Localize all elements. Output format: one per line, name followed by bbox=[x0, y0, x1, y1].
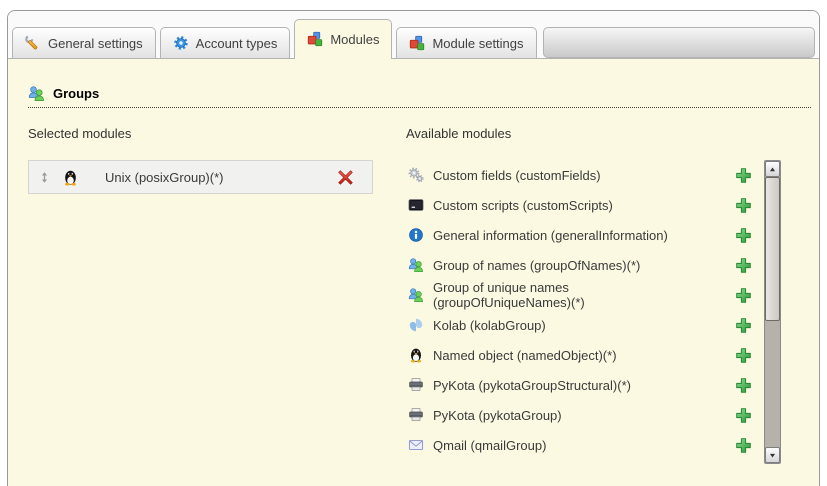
tux-icon bbox=[62, 169, 79, 186]
add-module-button[interactable] bbox=[735, 317, 752, 334]
add-module-button[interactable] bbox=[735, 347, 752, 364]
printer-icon bbox=[408, 377, 424, 393]
add-module-button[interactable] bbox=[735, 377, 752, 394]
add-module-button[interactable] bbox=[735, 227, 752, 244]
modules-columns: Selected modules Unix (posixGroup)(*) Av… bbox=[28, 126, 781, 464]
arrow-up-icon bbox=[768, 165, 777, 174]
drag-handle-icon[interactable] bbox=[38, 171, 51, 184]
tab-label: Module settings bbox=[432, 36, 523, 51]
module-label: Named object (namedObject)(*) bbox=[433, 348, 617, 363]
terminal-icon bbox=[408, 197, 424, 213]
gears-icon bbox=[408, 167, 424, 183]
tab-bar: General settings Account types Modules M… bbox=[8, 11, 819, 58]
available-module-custom-fields-customfields: Custom fields (customFields) bbox=[406, 160, 764, 190]
available-module-qmail-qmailgroup: Qmail (qmailGroup) bbox=[406, 430, 764, 460]
available-module-general-information-generalinformation: General information (generalInformation) bbox=[406, 220, 764, 250]
module-label: Group of names (groupOfNames)(*) bbox=[433, 258, 640, 273]
tab-label: Account types bbox=[196, 36, 278, 51]
module-label: PyKota (pykotaGroup) bbox=[433, 408, 562, 423]
groups-icon bbox=[28, 85, 45, 102]
available-module-custom-scripts-customscripts: Custom scripts (customScripts) bbox=[406, 190, 764, 220]
module-label: Custom scripts (customScripts) bbox=[433, 198, 613, 213]
available-modules-list: Custom fields (customFields) Custom scri… bbox=[406, 160, 764, 464]
available-module-pykota-pykotagroup: PyKota (pykotaGroup) bbox=[406, 400, 764, 430]
tux-icon bbox=[408, 347, 424, 363]
printer-icon bbox=[408, 407, 424, 423]
add-module-button[interactable] bbox=[735, 257, 752, 274]
add-module-button[interactable] bbox=[735, 407, 752, 424]
module-label: General information (generalInformation) bbox=[433, 228, 668, 243]
scrollbar[interactable] bbox=[764, 160, 781, 464]
tab-modules[interactable]: Modules bbox=[294, 19, 392, 59]
module-label: PyKota (pykotaGroupStructural)(*) bbox=[433, 378, 631, 393]
tab-module-settings[interactable]: Module settings bbox=[396, 27, 536, 58]
available-module-named-object-namedobject: Named object (namedObject)(*) bbox=[406, 340, 764, 370]
selected-modules-list: Unix (posixGroup)(*) bbox=[28, 160, 380, 194]
tab-account-types[interactable]: Account types bbox=[160, 27, 291, 58]
group-icon bbox=[408, 287, 424, 303]
cubes-icon bbox=[409, 35, 425, 51]
available-module-group-of-unique-names-groupofuniquenames: Group of unique names (groupOfUniqueName… bbox=[406, 280, 764, 310]
module-label: Custom fields (customFields) bbox=[433, 168, 601, 183]
wrench-icon bbox=[25, 35, 41, 51]
add-module-button[interactable] bbox=[735, 167, 752, 184]
groups-section-header: Groups bbox=[28, 85, 811, 108]
tab-label: Modules bbox=[330, 32, 379, 47]
modules-panel: Groups Selected modules Unix (posixGroup… bbox=[8, 58, 819, 486]
tab-general-settings[interactable]: General settings bbox=[12, 27, 156, 58]
cubes-icon bbox=[307, 31, 323, 47]
section-title: Groups bbox=[53, 86, 99, 101]
module-label: Group of unique names (groupOfUniqueName… bbox=[433, 280, 701, 310]
scroll-track[interactable] bbox=[765, 321, 780, 447]
scroll-thumb[interactable] bbox=[765, 177, 780, 321]
add-module-button[interactable] bbox=[735, 287, 752, 304]
kolab-icon bbox=[408, 317, 424, 333]
selected-modules-column: Selected modules Unix (posixGroup)(*) bbox=[28, 126, 380, 464]
available-modules-column: Available modules Custom fields (customF… bbox=[406, 126, 781, 464]
remove-module-button[interactable] bbox=[337, 169, 354, 186]
module-label: Qmail (qmailGroup) bbox=[433, 438, 546, 453]
scroll-up-button[interactable] bbox=[765, 161, 780, 177]
available-module-kolab-kolabgroup: Kolab (kolabGroup) bbox=[406, 310, 764, 340]
mail-icon bbox=[408, 437, 424, 453]
module-label: Unix (posixGroup)(*) bbox=[105, 170, 223, 185]
scroll-down-button[interactable] bbox=[765, 447, 780, 463]
selected-modules-heading: Selected modules bbox=[28, 126, 380, 142]
add-module-button[interactable] bbox=[735, 437, 752, 454]
settings-window: General settings Account types Modules M… bbox=[7, 10, 820, 486]
module-label: Kolab (kolabGroup) bbox=[433, 318, 546, 333]
available-module-group-of-names-groupofnames: Group of names (groupOfNames)(*) bbox=[406, 250, 764, 280]
available-modules-heading: Available modules bbox=[406, 126, 781, 142]
cog-icon bbox=[173, 35, 189, 51]
tab-bar-filler bbox=[543, 27, 815, 58]
group-icon bbox=[408, 257, 424, 273]
add-module-button[interactable] bbox=[735, 197, 752, 214]
available-module-pykota-pykotagroupstructural: PyKota (pykotaGroupStructural)(*) bbox=[406, 370, 764, 400]
info-icon bbox=[408, 227, 424, 243]
selected-module-unix-posixgroup[interactable]: Unix (posixGroup)(*) bbox=[28, 160, 373, 194]
tab-label: General settings bbox=[48, 36, 143, 51]
arrow-down-icon bbox=[768, 451, 777, 460]
